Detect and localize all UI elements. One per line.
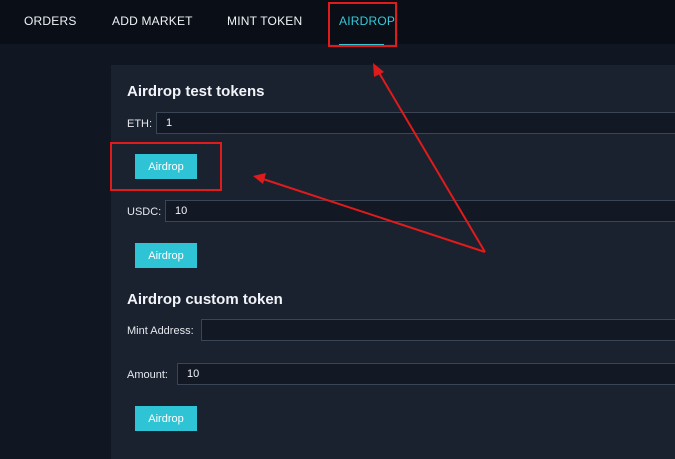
- airdrop-page: ORDERS ADD MARKET MINT TOKEN AIRDROP Air…: [0, 0, 675, 459]
- amount-label: Amount:: [127, 369, 168, 381]
- airdrop-eth-button[interactable]: Airdrop: [135, 154, 197, 179]
- airdrop-custom-button[interactable]: Airdrop: [135, 406, 197, 431]
- custom-amount-input[interactable]: [177, 363, 675, 385]
- nav-orders[interactable]: ORDERS: [24, 14, 77, 28]
- eth-amount-input[interactable]: [156, 112, 675, 134]
- test-tokens-heading: Airdrop test tokens: [127, 83, 265, 100]
- nav-airdrop[interactable]: AIRDROP: [339, 14, 395, 28]
- airdrop-usdc-button[interactable]: Airdrop: [135, 243, 197, 268]
- eth-label: ETH:: [127, 118, 153, 130]
- active-tab-indicator: [339, 44, 384, 46]
- top-nav-bar: ORDERS ADD MARKET MINT TOKEN AIRDROP: [0, 0, 675, 46]
- mint-address-label: Mint Address:: [127, 325, 194, 337]
- mint-address-input[interactable]: [201, 319, 675, 341]
- usdc-label: USDC:: [127, 206, 162, 218]
- nav-mint-token[interactable]: MINT TOKEN: [227, 14, 302, 28]
- custom-token-heading: Airdrop custom token: [127, 291, 283, 308]
- usdc-amount-input[interactable]: [165, 200, 675, 222]
- nav-add-market[interactable]: ADD MARKET: [112, 14, 193, 28]
